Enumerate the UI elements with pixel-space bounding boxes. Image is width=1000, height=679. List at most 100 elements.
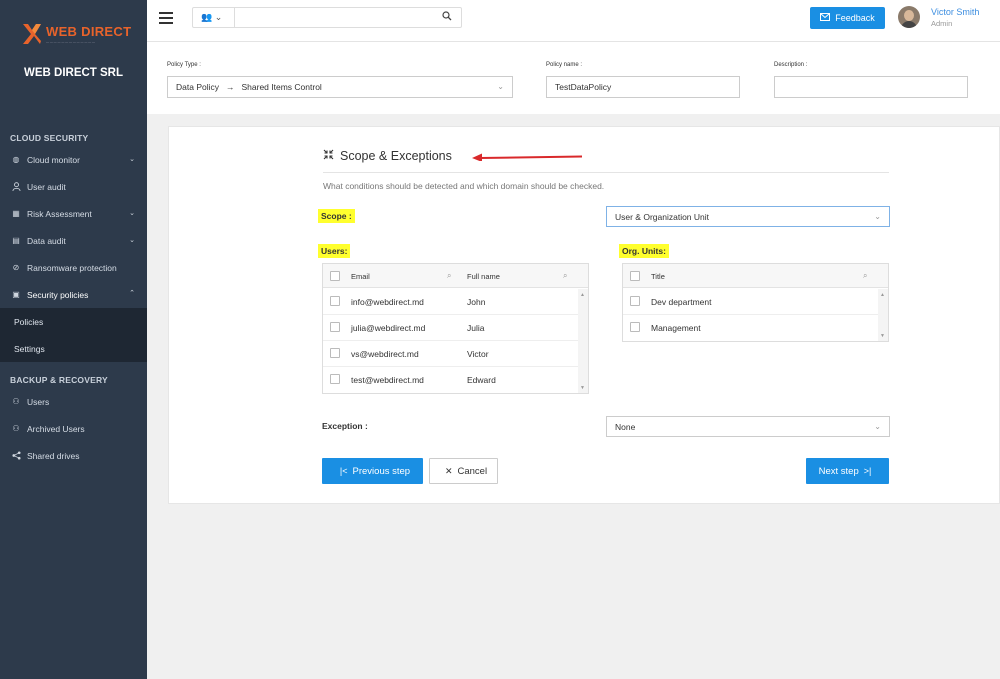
envelope-icon	[820, 13, 831, 23]
table-row[interactable]: Dev department	[623, 289, 879, 315]
sidebar-item-security-policies[interactable]: ▣ Security policies ⌃	[0, 281, 147, 308]
org-units-label: Org. Units:	[619, 244, 669, 258]
select-all-checkbox[interactable]	[630, 271, 640, 281]
user-name[interactable]: Victor Smith	[931, 7, 979, 17]
title-text: Scope & Exceptions	[340, 149, 452, 163]
company-name: WEB DIRECT SRL	[23, 67, 124, 79]
table-row[interactable]: info@webdirect.md John	[323, 289, 579, 315]
previous-step-label: Previous step	[352, 465, 411, 477]
row-checkbox[interactable]	[330, 296, 340, 306]
feedback-label: Feedback	[835, 13, 875, 23]
policy-header: Policy Type : Data Policy → Shared Items…	[147, 42, 1000, 114]
row-checkbox[interactable]	[330, 374, 340, 384]
policy-type-value-1: Data Policy	[176, 82, 219, 92]
search-divider	[234, 8, 235, 27]
scope-select[interactable]: User & Organization Unit ⌄	[606, 206, 890, 227]
column-header-title[interactable]: Title	[651, 272, 665, 281]
select-all-checkbox[interactable]	[330, 271, 340, 281]
feedback-button[interactable]: Feedback	[810, 7, 885, 29]
chevron-down-icon: ⌄	[874, 212, 881, 221]
brand-logo: WEB DIRECT — — — — — — — — — — — — —	[22, 20, 131, 50]
scroll-down-icon[interactable]: ▼	[880, 333, 885, 339]
cancel-label: Cancel	[457, 465, 488, 477]
table-row[interactable]: vs@webdirect.md Victor	[323, 341, 579, 367]
last-page-icon: >|	[863, 466, 872, 476]
globe-icon: ◍	[12, 155, 20, 164]
scope-label: Scope :	[318, 209, 355, 223]
table-row[interactable]: julia@webdirect.md Julia	[323, 315, 579, 341]
users-label: Users:	[318, 244, 351, 258]
sidebar-item-users[interactable]: ⚇ Users	[0, 388, 147, 415]
sidebar-item-ransomware-protection[interactable]: ⊘ Ransomware protection	[0, 254, 147, 281]
previous-step-button[interactable]: |< Previous step	[322, 458, 423, 484]
description-input[interactable]	[774, 76, 968, 98]
annotation-arrow	[472, 153, 583, 161]
cancel-button[interactable]: ✕ Cancel	[429, 458, 498, 484]
search-icon[interactable]: ⌕	[863, 271, 867, 281]
sidebar-item-label: Cloud monitor	[27, 154, 80, 165]
title-cell: Dev department	[651, 297, 712, 307]
table-row[interactable]: test@webdirect.md Edward	[323, 367, 579, 393]
search-icon[interactable]	[442, 11, 452, 24]
sidebar-item-risk-assessment[interactable]: ▦ Risk Assessment ⌄	[0, 200, 147, 227]
sidebar-submenu: Policies Settings	[0, 308, 147, 362]
chevron-down-icon: ⌄	[129, 210, 135, 217]
exception-value: None	[615, 421, 636, 432]
menu-icon[interactable]	[159, 12, 173, 24]
archived-users-icon: ⚇	[12, 424, 20, 433]
users-icon: ⚇	[12, 397, 20, 406]
first-page-icon: |<	[339, 466, 348, 476]
row-checkbox[interactable]	[330, 322, 340, 332]
collapse-icon	[323, 149, 334, 163]
scroll-up-icon[interactable]: ▲	[880, 292, 885, 298]
section-description: What conditions should be detected and w…	[323, 181, 605, 191]
column-header-full-name[interactable]: Full name	[467, 272, 500, 281]
row-checkbox[interactable]	[630, 296, 640, 306]
org-scrollbar[interactable]: ▲ ▼	[878, 289, 888, 341]
policy-type-value-2: Shared Items Control	[241, 82, 322, 92]
search-icon[interactable]: ⌕	[563, 271, 567, 281]
close-icon: ✕	[444, 465, 453, 476]
grid-icon: ▦	[12, 209, 20, 218]
email-cell: info@webdirect.md	[351, 297, 424, 307]
title-divider	[323, 172, 889, 173]
scroll-up-icon[interactable]: ▲	[580, 292, 585, 298]
sidebar-item-label: Shared drives	[27, 450, 80, 461]
table-row[interactable]: Management	[623, 315, 879, 341]
sidebar-subitem-settings[interactable]: Settings	[14, 344, 45, 354]
sidebar: WEB DIRECT — — — — — — — — — — — — — WEB…	[0, 0, 147, 679]
name-cell: Victor	[467, 349, 489, 359]
row-checkbox[interactable]	[630, 322, 640, 332]
policy-name-input[interactable]: TestDataPolicy	[546, 76, 740, 98]
sidebar-item-shared-drives[interactable]: Shared drives	[0, 442, 147, 469]
sidebar-item-user-audit[interactable]: User audit	[0, 173, 147, 200]
users-filter-icon[interactable]: 👥 ⌄	[201, 12, 222, 23]
sidebar-item-label: User audit	[27, 181, 66, 192]
document-icon: ▤	[12, 236, 20, 245]
sidebar-item-archived-users[interactable]: ⚇ Archived Users	[0, 415, 147, 442]
sidebar-item-cloud-monitor[interactable]: ◍ Cloud monitor ⌄	[0, 146, 147, 173]
users-scrollbar[interactable]: ▲ ▼	[578, 289, 588, 393]
sidebar-item-label: Risk Assessment	[27, 208, 92, 219]
search-bar[interactable]: 👥 ⌄	[192, 7, 462, 28]
sidebar-subitem-policies[interactable]: Policies	[14, 317, 43, 327]
scroll-down-icon[interactable]: ▼	[580, 385, 585, 391]
org-table-header: Title ⌕	[623, 264, 888, 288]
topbar: 👥 ⌄ Feedback Victor Smith Admin	[147, 0, 1000, 42]
column-header-email[interactable]: Email	[351, 272, 370, 281]
sidebar-item-data-audit[interactable]: ▤ Data audit ⌄	[0, 227, 147, 254]
policy-icon: ▣	[12, 290, 20, 299]
sidebar-item-label: Data audit	[27, 235, 66, 246]
avatar[interactable]	[898, 6, 920, 28]
next-step-button[interactable]: Next step >|	[806, 458, 889, 484]
row-checkbox[interactable]	[330, 348, 340, 358]
next-step-label: Next step	[818, 465, 859, 477]
exception-select[interactable]: None ⌄	[606, 416, 890, 437]
sidebar-item-label: Users	[27, 396, 50, 407]
section-title-backup-recovery: BACKUP & RECOVERY	[10, 375, 108, 385]
org-units-table: Title ⌕ Dev department Management ▲ ▼	[622, 263, 889, 342]
description-label: Description :	[774, 62, 808, 68]
search-icon[interactable]: ⌕	[447, 271, 451, 281]
name-cell: John	[467, 297, 486, 307]
policy-type-select[interactable]: Data Policy → Shared Items Control ⌄	[167, 76, 513, 98]
